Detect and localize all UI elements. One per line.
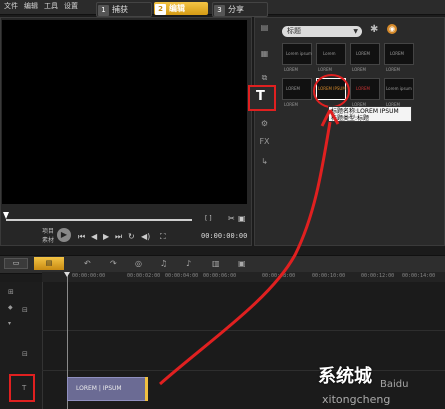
motion-path-icon[interactable]: ↳: [258, 156, 271, 167]
fx-icon[interactable]: FX: [258, 136, 271, 147]
storyboard-view-button[interactable]: ▭: [4, 258, 28, 269]
thumb-text: LOREM: [390, 51, 404, 56]
volume-icon[interactable]: ◀): [141, 232, 150, 241]
thumb-text: Lorem: [323, 51, 336, 56]
audio-mixer-icon[interactable]: ♫: [160, 259, 167, 268]
timeline-view-button[interactable]: ▤: [34, 257, 64, 270]
timecode[interactable]: 00:00:00:00: [201, 232, 247, 240]
expand-icon[interactable]: ▣: [238, 214, 246, 223]
track-add-icon[interactable]: ⊞: [8, 288, 14, 296]
menu-tools[interactable]: 工具: [44, 1, 58, 11]
browse-icon[interactable]: ◉: [387, 24, 397, 34]
tick-label: 00:00:04:00: [165, 273, 199, 279]
tick-label: 00:00:08:00: [262, 273, 296, 279]
thumb-text: LOREM: [356, 86, 370, 91]
overlay-track-icon[interactable]: ⊟: [22, 350, 28, 358]
watermark-brand: 系统城: [318, 366, 372, 387]
video-track-icon[interactable]: ⊟: [22, 306, 28, 314]
thumb-caption: LOREM: [284, 102, 298, 107]
tick-label: 00:00:14:00: [402, 273, 436, 279]
track-lock-icon[interactable]: ▾: [8, 320, 11, 327]
instant-project-icon[interactable]: ▦: [258, 48, 271, 59]
thumb-caption: LOREM: [318, 67, 332, 72]
thumb-text: Lorem ipsum: [386, 86, 412, 91]
selection-circle: [313, 74, 350, 108]
go-end-icon[interactable]: ⏭: [115, 232, 122, 242]
preview-window: [2, 20, 247, 204]
scrubber-track[interactable]: [6, 219, 192, 221]
redo-icon[interactable]: ↷: [110, 259, 117, 268]
prev-frame-icon[interactable]: ◀: [91, 232, 97, 241]
title-tool-icon[interactable]: T: [256, 89, 265, 104]
clip-trim-handle[interactable]: [145, 377, 148, 401]
thumb-caption: LOREM: [352, 67, 366, 72]
watermark-site: xitongcheng: [322, 393, 391, 406]
title-track-highlight: [9, 374, 35, 402]
fullscreen-icon[interactable]: ⛶: [160, 232, 166, 242]
transition-icon[interactable]: ⧉: [258, 72, 271, 83]
thumb-text: LOREM: [356, 51, 370, 56]
tooltip: 标题名称:LOREM IPSUM 标题类型:标题: [328, 106, 412, 122]
media-icon[interactable]: ▤: [258, 22, 271, 33]
track-divider: [42, 370, 445, 371]
playhead-marker[interactable]: [64, 272, 70, 277]
thumb-caption: LOREM: [386, 67, 400, 72]
menu-edit[interactable]: 编辑: [24, 1, 38, 11]
tab-edit[interactable]: 2 编辑: [154, 2, 208, 15]
title-clip[interactable]: LOREM | IPSUM: [67, 377, 147, 401]
subtitle-icon[interactable]: ▥: [212, 259, 220, 268]
cut-icon[interactable]: ✂: [228, 214, 235, 223]
tab-share[interactable]: 3 分享: [212, 2, 268, 17]
thumb-caption: LOREM: [284, 67, 298, 72]
menu-settings[interactable]: 设置: [64, 1, 78, 11]
record-icon[interactable]: ◎: [135, 259, 142, 268]
watermark-baidu: Baidu: [380, 379, 409, 390]
play-button[interactable]: ▶: [57, 228, 71, 242]
tv-icon[interactable]: ▣: [238, 259, 246, 268]
tab-capture[interactable]: 1 捕获: [96, 2, 152, 17]
tick-label: 00:00:06:00: [203, 273, 237, 279]
undo-icon[interactable]: ↶: [84, 259, 91, 268]
tick-label: 00:00:12:00: [361, 273, 395, 279]
auto-music-icon[interactable]: ♪: [186, 259, 191, 268]
tick-label: 00:00:10:00: [312, 273, 346, 279]
next-frame-icon[interactable]: ▶: [103, 232, 109, 241]
thumb-text: Lorem ipsum: [286, 51, 312, 56]
chevron-down-icon: ▼: [353, 28, 358, 35]
graphics-icon[interactable]: ⚙: [258, 118, 271, 129]
track-toggle-icon[interactable]: ◆: [8, 304, 13, 311]
clip-label[interactable]: 素材: [42, 235, 54, 244]
project-label[interactable]: 项目: [42, 226, 54, 235]
star-icon[interactable]: ✱: [370, 24, 378, 35]
gallery-select[interactable]: 标题 ▼: [282, 26, 362, 37]
tick-label: 00:00:02:00: [127, 273, 161, 279]
track-divider: [42, 330, 445, 331]
go-start-icon[interactable]: ⏮: [78, 232, 85, 242]
thumb-text: LOREM: [286, 86, 300, 91]
mark-in-icon[interactable]: [ ]: [205, 215, 212, 222]
repeat-icon[interactable]: ↻: [128, 232, 135, 241]
tick-label: 00:00:00:00: [72, 273, 106, 279]
menu-file[interactable]: 文件: [4, 1, 18, 11]
step-tabs: 1 捕获 2 编辑 3 分享: [96, 2, 268, 17]
